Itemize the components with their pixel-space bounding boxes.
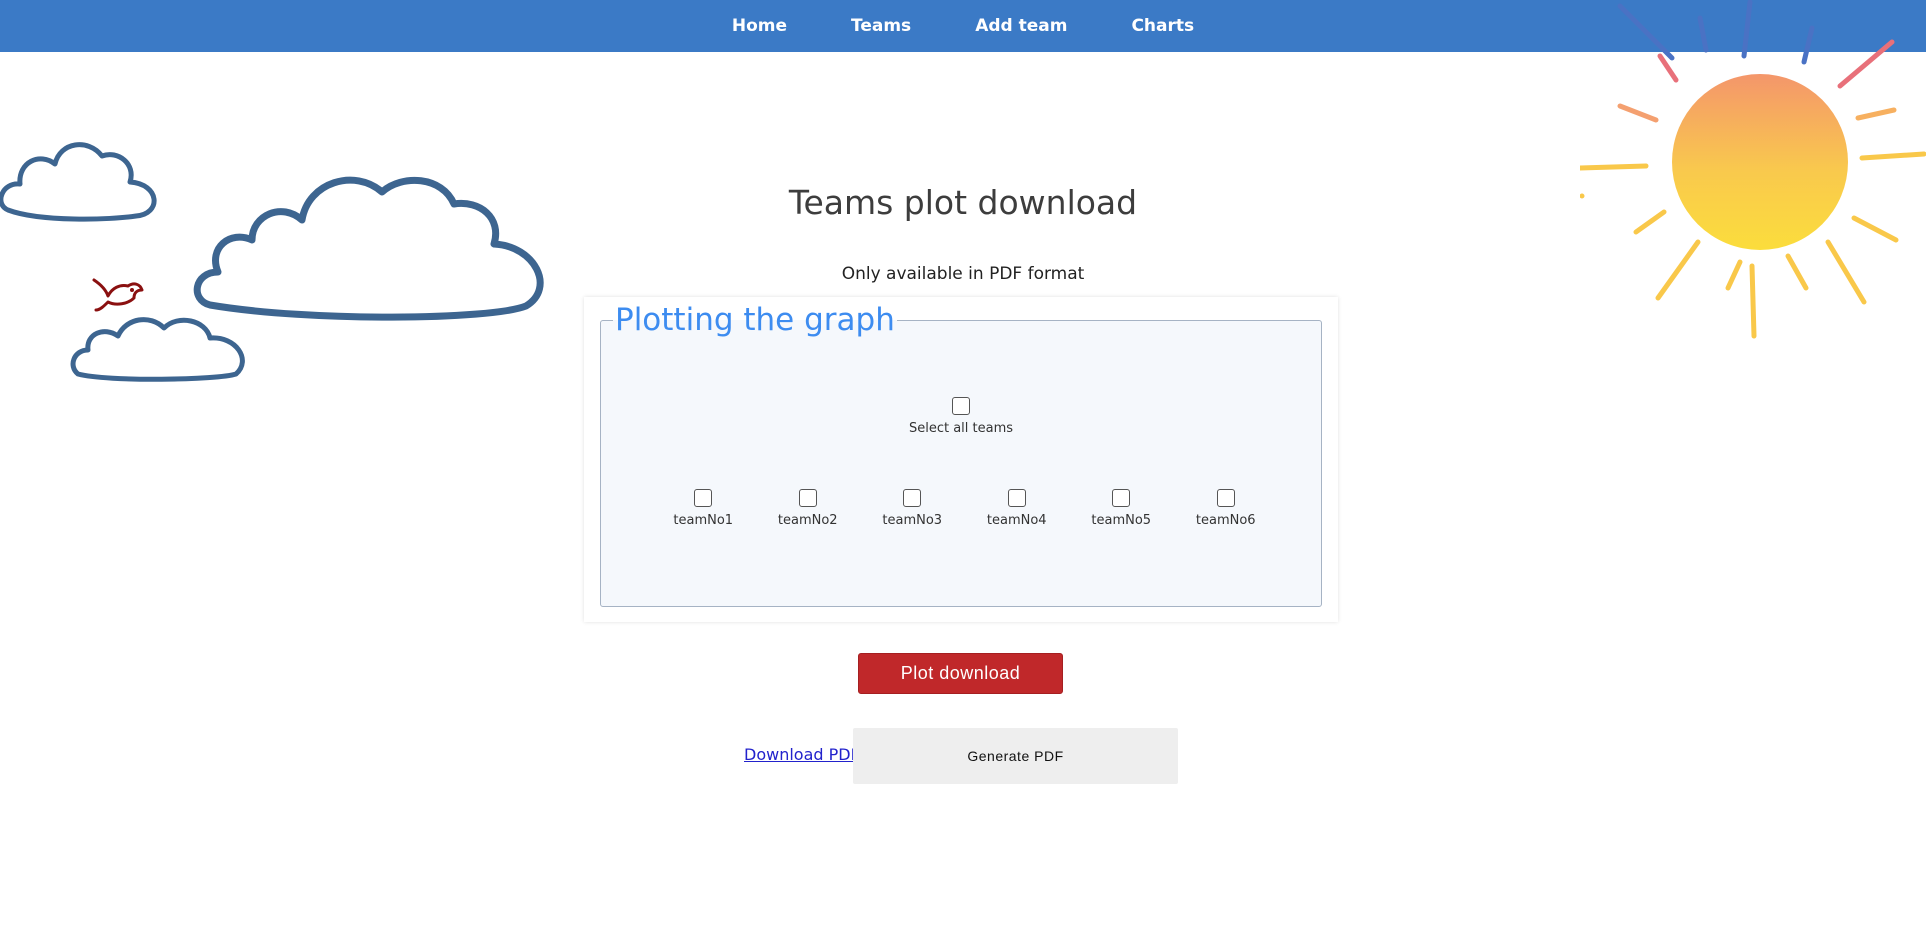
team-option: teamNo6 bbox=[1174, 489, 1279, 528]
page-title: Teams plot download bbox=[788, 183, 1138, 222]
page-subtitle: Only available in PDF format bbox=[841, 264, 1085, 284]
team-checkbox-row: teamNo1 teamNo2 teamNo3 teamNo4 teamNo5 … bbox=[651, 489, 1278, 528]
nav-add-team-link[interactable]: Add team bbox=[943, 16, 1099, 36]
team-label: teamNo3 bbox=[882, 513, 943, 528]
select-all-group: Select all teams bbox=[601, 397, 1321, 436]
team-checkbox[interactable] bbox=[694, 489, 713, 507]
team-label: teamNo6 bbox=[1195, 513, 1256, 528]
team-option: teamNo4 bbox=[965, 489, 1070, 528]
team-option: teamNo2 bbox=[756, 489, 861, 528]
plot-download-button[interactable]: Plot download bbox=[858, 653, 1063, 694]
plot-team-fieldset: Plotting the graph Select all teams team… bbox=[600, 303, 1322, 607]
team-checkbox[interactable] bbox=[1112, 489, 1131, 507]
graph-panel: Plotting the graph Select all teams team… bbox=[584, 297, 1338, 622]
team-checkbox[interactable] bbox=[798, 489, 817, 507]
cloud-icon bbox=[70, 317, 245, 382]
generate-pdf-button[interactable]: Generate PDF bbox=[853, 728, 1178, 784]
team-label: teamNo1 bbox=[673, 513, 734, 528]
team-option: teamNo5 bbox=[1069, 489, 1174, 528]
nav-charts-link[interactable]: Charts bbox=[1099, 16, 1226, 36]
fieldset-legend: Plotting the graph bbox=[615, 302, 895, 338]
team-checkbox[interactable] bbox=[1216, 489, 1235, 507]
nav-home-link[interactable]: Home bbox=[700, 16, 819, 36]
team-option: teamNo3 bbox=[860, 489, 965, 528]
select-all-checkbox[interactable] bbox=[952, 397, 970, 415]
download-pdf-link[interactable]: Download PDF bbox=[744, 745, 860, 764]
nav-teams-link[interactable]: Teams bbox=[819, 16, 943, 36]
team-label: teamNo2 bbox=[777, 513, 838, 528]
team-checkbox[interactable] bbox=[903, 489, 922, 507]
team-label: teamNo4 bbox=[986, 513, 1047, 528]
team-checkbox[interactable] bbox=[1007, 489, 1026, 507]
team-label: teamNo5 bbox=[1091, 513, 1152, 528]
sun-icon bbox=[1580, 0, 1926, 339]
team-option: teamNo1 bbox=[651, 489, 756, 528]
select-all-label: Select all teams bbox=[908, 421, 1014, 436]
